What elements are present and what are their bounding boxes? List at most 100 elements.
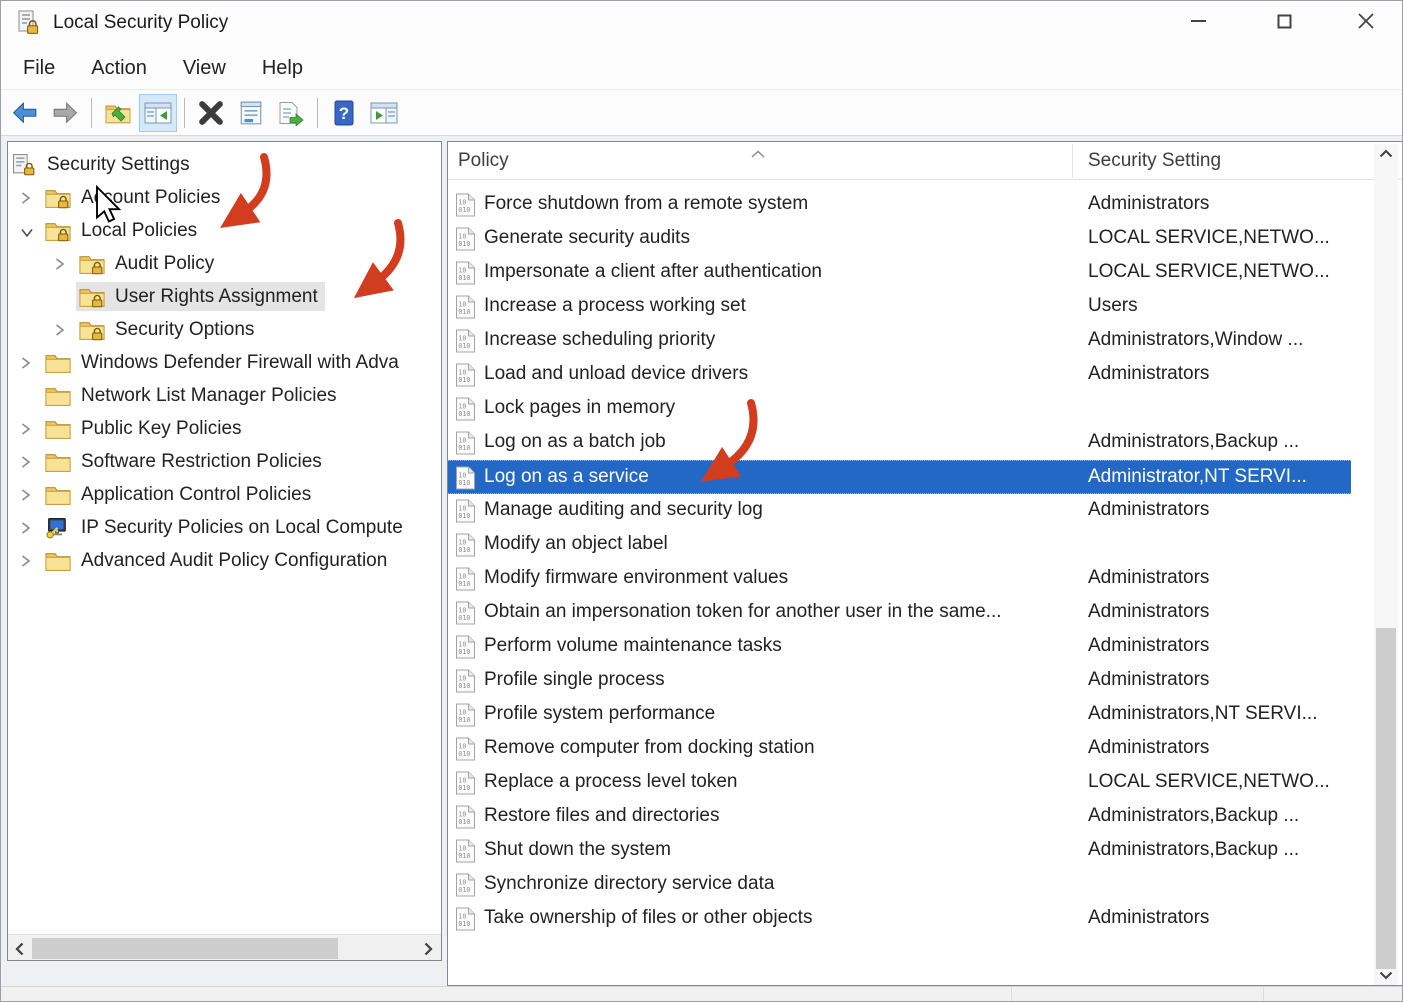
tree-chip[interactable]: Account Policies (42, 183, 227, 212)
chevron-right-icon[interactable] (20, 189, 38, 207)
properties-button[interactable] (232, 94, 270, 132)
column-header-policy[interactable]: Policy (458, 150, 509, 172)
tree-item-ip-security-policies-on-local-compute[interactable]: IP Security Policies on Local Compute (8, 511, 441, 544)
scroll-down-arrow-icon[interactable] (1374, 966, 1398, 985)
list-vertical-scrollbar[interactable] (1374, 144, 1398, 985)
chevron-right-icon[interactable] (54, 255, 72, 273)
toolbar-separator (91, 97, 92, 128)
policy-name: Replace a process level token (484, 771, 738, 792)
help-button[interactable]: ? (325, 94, 363, 132)
scroll-right-arrow-icon[interactable] (417, 935, 439, 960)
tree-chip[interactable]: Network List Manager Policies (42, 381, 344, 410)
policy-row-force-shutdown-from-a-remote-system[interactable]: 10 010 Force shutdown from a remote system… (448, 188, 1351, 222)
policy-file-icon-wrap: 10 010 (455, 533, 476, 563)
menu-item-help[interactable]: Help (250, 53, 315, 84)
export-list-icon (279, 101, 304, 126)
back-icon (12, 101, 37, 123)
tree-item-account-policies[interactable]: Account Policies (8, 181, 441, 214)
chevron-right-icon[interactable] (20, 453, 38, 471)
tree-item-application-control-policies[interactable]: Application Control Policies (8, 478, 441, 511)
forward-button[interactable] (46, 94, 84, 132)
policy-row-modify-firmware-environment-values[interactable]: 10 010 Modify firmware environment values A… (448, 562, 1351, 596)
tree-chip[interactable]: Local Policies (42, 216, 204, 245)
menu-item-file[interactable]: File (11, 53, 67, 84)
policy-row-shut-down-the-system[interactable]: 10 010 Shut down the system Administrators,… (448, 834, 1351, 868)
policy-file-icon-wrap: 10 010 (455, 363, 476, 393)
chevron-right-icon[interactable] (20, 519, 38, 537)
up-folder-icon (105, 105, 131, 123)
up-one-level-button[interactable] (99, 94, 137, 132)
tree-item-security-options[interactable]: Security Options (8, 313, 441, 346)
policy-row-replace-a-process-level-token[interactable]: 10 010 Replace a process level token LOCAL … (448, 766, 1351, 800)
policy-row-remove-computer-from-docking-station[interactable]: 10 010 Remove computer from docking statio… (448, 732, 1351, 766)
chevron-right-icon[interactable] (54, 321, 72, 339)
policy-row-take-ownership-of-files-or-other-objects[interactable]: 10 010 Take ownership of files or other ob… (448, 902, 1351, 936)
policy-file-icon: 10010 (456, 635, 475, 659)
chevron-right-icon[interactable] (20, 354, 38, 372)
column-header-security-setting[interactable]: Security Setting (1088, 150, 1221, 172)
chevron-right-icon[interactable] (20, 552, 38, 570)
show-hide-console-tree-button[interactable] (139, 93, 177, 132)
close-button[interactable] (1343, 1, 1389, 41)
tree-item-local-policies[interactable]: Local Policies (8, 214, 441, 247)
policy-row-lock-pages-in-memory[interactable]: 10 010 Lock pages in memory (448, 392, 1351, 426)
policy-row-modify-an-object-label[interactable]: 10 010 Modify an object label (448, 528, 1351, 562)
tree-item-network-list-manager-policies[interactable]: Network List Manager Policies (8, 379, 441, 412)
policy-row-generate-security-audits[interactable]: 10 010 Generate security audits LOCAL SERVI… (448, 222, 1351, 256)
policy-row-perform-volume-maintenance-tasks[interactable]: 10 010 Perform volume maintenance tasks Adm… (448, 630, 1351, 664)
maximize-button[interactable] (1261, 1, 1307, 41)
menu-item-view[interactable]: View (171, 53, 238, 84)
tree-chip[interactable]: IP Security Policies on Local Compute (42, 513, 410, 542)
tree-chip[interactable]: Windows Defender Firewall with Adva (42, 348, 406, 377)
policy-row-manage-auditing-and-security-log[interactable]: 10 010 Manage auditing and security log Adm… (448, 494, 1351, 528)
chevron-right-icon[interactable] (20, 420, 38, 438)
tree-item-label: Security Settings (47, 154, 190, 175)
column-divider[interactable] (1072, 144, 1073, 178)
tree-chip[interactable]: Security Settings (8, 150, 197, 179)
policy-row-profile-single-process[interactable]: 10 010 Profile single process Administrator… (448, 664, 1351, 698)
scroll-up-arrow-icon[interactable] (1374, 144, 1398, 163)
tree-chip[interactable]: Security Options (76, 315, 261, 344)
back-button[interactable] (6, 94, 44, 132)
tree-item-security-settings[interactable]: Security Settings (8, 148, 441, 181)
tree-selected-chip[interactable]: User Rights Assignment (76, 282, 325, 311)
policy-row-restore-files-and-directories[interactable]: 10 010 Restore files and directories Admini… (448, 800, 1351, 834)
scroll-thumb[interactable] (32, 938, 338, 959)
tree-item-public-key-policies[interactable]: Public Key Policies (8, 412, 441, 445)
scroll-thumb[interactable] (1376, 628, 1396, 969)
policy-row-increase-a-process-working-set[interactable]: 10 010 Increase a process working set Users (448, 290, 1351, 324)
delete-button[interactable] (192, 94, 230, 132)
show-hide-action-pane-button[interactable] (365, 94, 403, 132)
folder-lock-icon (79, 321, 105, 340)
policy-row-load-and-unload-device-drivers[interactable]: 10 010 Load and unload device drivers Admin… (448, 358, 1351, 392)
policy-row-increase-scheduling-priority[interactable]: 10 010 Increase scheduling priority Adminis… (448, 324, 1351, 358)
policy-row-impersonate-a-client-after-authenticatio[interactable]: 10 010 Impersonate a client after authenti… (448, 256, 1351, 290)
export-list-button[interactable] (272, 94, 310, 132)
chevron-right-icon[interactable] (20, 486, 38, 504)
chevron-down-icon[interactable] (20, 222, 38, 240)
policy-row-obtain-an-impersonation-token-for-anothe[interactable]: 10 010 Obtain an impersonation token for a… (448, 596, 1351, 630)
minimize-button[interactable] (1175, 1, 1221, 41)
tree-item-windows-defender-firewall-with-adva[interactable]: Windows Defender Firewall with Adva (8, 346, 441, 379)
policy-row-profile-system-performance[interactable]: 10 010 Profile system performance Administr… (448, 698, 1351, 732)
scroll-left-arrow-icon[interactable] (8, 935, 30, 960)
tree-item-audit-policy[interactable]: Audit Policy (8, 247, 441, 280)
svg-text:010: 010 (458, 682, 470, 690)
tree-item-advanced-audit-policy-configuration[interactable]: Advanced Audit Policy Configuration (8, 544, 441, 577)
tree-chip[interactable]: Public Key Policies (42, 414, 249, 443)
tree-item-user-rights-assignment[interactable]: User Rights Assignment (8, 280, 441, 313)
tree-chip[interactable]: Audit Policy (76, 249, 221, 278)
policy-file-icon: 10010 (456, 227, 475, 251)
policy-file-icon-wrap: 10 010 (455, 839, 476, 869)
tree-chip[interactable]: Advanced Audit Policy Configuration (42, 546, 394, 575)
policy-row-log-on-as-a-batch-job[interactable]: 10 010 Log on as a batch job Administrators… (448, 426, 1351, 460)
folder-lock-icon (45, 222, 71, 241)
tree-chip[interactable]: Software Restriction Policies (42, 447, 329, 476)
policy-row-synchronize-directory-service-data[interactable]: 10 010 Synchronize directory service data (448, 868, 1351, 902)
tree-chip[interactable]: Application Control Policies (42, 480, 318, 509)
policy-row-log-on-as-a-service[interactable]: 10 010 Log on as a service Administrator,NT… (448, 460, 1351, 494)
menu-item-action[interactable]: Action (79, 53, 159, 84)
svg-text:010: 010 (458, 206, 470, 214)
tree-item-software-restriction-policies[interactable]: Software Restriction Policies (8, 445, 441, 478)
tree-horizontal-scrollbar[interactable] (8, 934, 441, 960)
